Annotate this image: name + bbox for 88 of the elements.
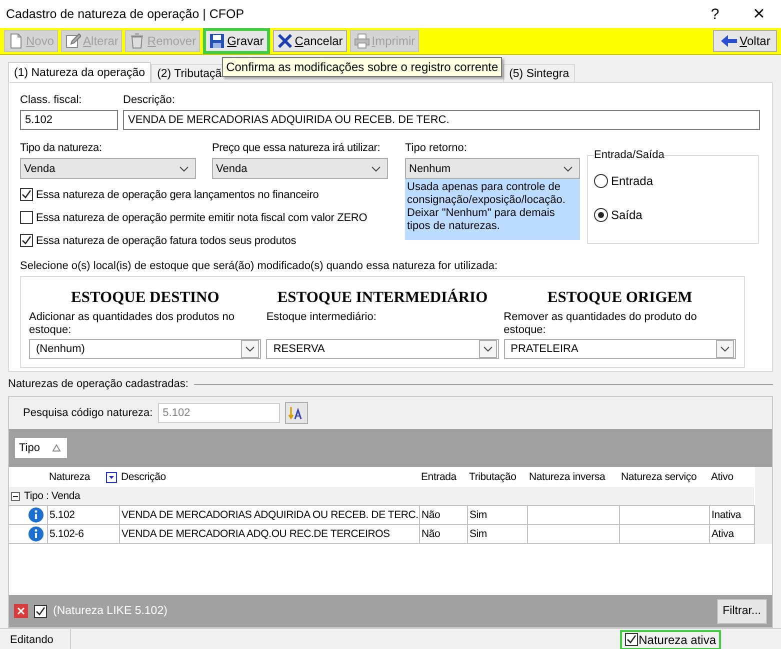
column-header[interactable]: Natureza serviço [619, 467, 709, 487]
table-cell: Sim [470, 528, 487, 540]
dropdown[interactable]: RESERVA [266, 339, 499, 359]
chevron-icon [179, 166, 189, 172]
table-cell: Sim [470, 509, 487, 521]
search-field[interactable]: 5.102 [158, 403, 280, 423]
field-label: Descrição: [123, 93, 176, 107]
checkbox-label: Essa natureza de operação fatura todos seus produtos [36, 234, 296, 246]
stock-heading: ESTOQUE DESTINO [70, 289, 220, 307]
radio-button[interactable] [594, 174, 608, 188]
table-cell: 5.102-6 [50, 528, 84, 540]
field-label: Tipo da natureza: [20, 141, 103, 155]
close-icon [17, 607, 25, 615]
status-text: Editando [0, 629, 71, 649]
table-cell: Não [422, 509, 440, 521]
tooltip: Confirma as modificações sobre o registro corrente [222, 57, 502, 77]
dropdown[interactable]: (Nenhum) [29, 339, 262, 359]
group-title: Entrada/Saída [594, 149, 664, 161]
filter-button[interactable]: Filtrar... [716, 598, 767, 624]
group-chip[interactable]: Tipo [15, 438, 67, 458]
class-fiscal-field[interactable]: 5.102 [20, 110, 118, 130]
column-header[interactable]: Natureza [47, 467, 119, 487]
stock-heading: ESTOQUE ORIGEM [546, 289, 694, 307]
table-cell: Inativa [712, 509, 742, 521]
dropdown[interactable]: Venda [20, 158, 196, 179]
column-header[interactable]: Descrição [119, 467, 419, 487]
field-label: Preço que essa natureza irá utilizar: [212, 141, 382, 155]
document-icon [8, 33, 24, 49]
field-label: Adicionar as quantidades dos produtos no estoque: [29, 311, 236, 338]
search-button[interactable] [284, 402, 308, 424]
sort-icon [288, 405, 304, 421]
hint-note: Usada apenas para controle de consignação/exposição/locação. Deixar "Nenhum" para demais tipos de naturezas. [405, 179, 580, 240]
radio-label: Entrada [611, 174, 654, 188]
info-icon [28, 507, 44, 523]
printer-icon [354, 33, 370, 49]
table-cell: 5.102 [50, 509, 75, 521]
clear-filter-button[interactable] [14, 604, 28, 618]
checkbox[interactable] [34, 604, 47, 618]
dropdown[interactable]: PRATELEIRA [504, 339, 736, 359]
radio-button[interactable] [594, 208, 608, 222]
radio-label: Saída [611, 208, 642, 222]
table-cell: Ativa [712, 528, 734, 540]
filter-text: (Natureza LIKE 5.102) [53, 605, 168, 617]
chevron-icon [563, 166, 573, 172]
chevron-icon [371, 166, 381, 172]
window-title: Cadastro de natureza de operação | CFOP [6, 7, 244, 21]
checkbox-label: Essa natureza de operação permite emitir nota fiscal com valor ZERO [36, 212, 368, 224]
checkbox[interactable] [20, 188, 33, 201]
checkbox[interactable] [20, 234, 33, 247]
close-button[interactable]: × [737, 0, 781, 28]
collapse-icon[interactable] [11, 492, 20, 500]
dropdown[interactable]: Nenhum [405, 158, 580, 179]
section-title: Naturezas de operação cadastradas: [8, 378, 188, 390]
group-label: Tipo : Venda [24, 490, 80, 502]
filter-icon [106, 472, 117, 482]
tab[interactable]: (5) Sintegra [503, 64, 576, 82]
cancel-icon [276, 33, 293, 49]
field-label: Estoque intermediário: [266, 311, 378, 325]
table-cell: VENDA DE MERCADORIA ADQ.OU REC.DE TERCEIROS [122, 528, 390, 540]
save-icon [209, 33, 226, 49]
checkbox-label: Natureza ativa [638, 632, 716, 646]
column-header[interactable]: Ativo [709, 467, 754, 487]
description-field[interactable]: VENDA DE MERCADORIAS ADQUIRIDA OU RECEB. DE TERC. [123, 110, 760, 130]
table-cell: Não [422, 528, 440, 540]
table-cell: VENDA DE MERCADORIAS ADQUIRIDA OU RECEB. DE TERC. [122, 509, 418, 521]
field-label: Class. fiscal: [20, 93, 83, 107]
toolbar-button[interactable]: Gravar [203, 28, 270, 54]
back-button[interactable]: Voltar [713, 30, 777, 52]
sort-icon [52, 444, 61, 452]
toolbar-button[interactable]: Cancelar [272, 30, 347, 52]
tab[interactable]: (1) Natureza da operação [8, 62, 152, 82]
stock-heading: ESTOQUE INTERMEDIÁRIO [276, 289, 489, 307]
checkbox[interactable] [20, 211, 33, 224]
checkbox[interactable] [624, 633, 638, 646]
field-label: Remover as quantidades do produto do estoque: [504, 311, 698, 338]
column-header[interactable]: Natureza inversa [527, 467, 619, 487]
field-label: Pesquisa código natureza: [23, 407, 153, 419]
checkbox-label: Essa natureza de operação gera lançamentos no financeiro [36, 188, 319, 200]
tab[interactable]: (2) Tributaçã [151, 64, 222, 82]
instruction-text: Selecione o(s) local(is) de estoque que será(ão) modificado(s) quando essa natureza for utilizada: [20, 259, 499, 273]
field-label: Tipo retorno: [405, 141, 468, 155]
edit-icon [65, 33, 82, 49]
trash-icon [129, 33, 146, 49]
column-header[interactable]: Tributação [467, 467, 527, 487]
dropdown[interactable]: Venda [212, 158, 388, 179]
column-header[interactable]: Entrada [419, 467, 467, 487]
left-arrow-icon [720, 34, 738, 48]
help-button[interactable]: ? [693, 0, 737, 28]
